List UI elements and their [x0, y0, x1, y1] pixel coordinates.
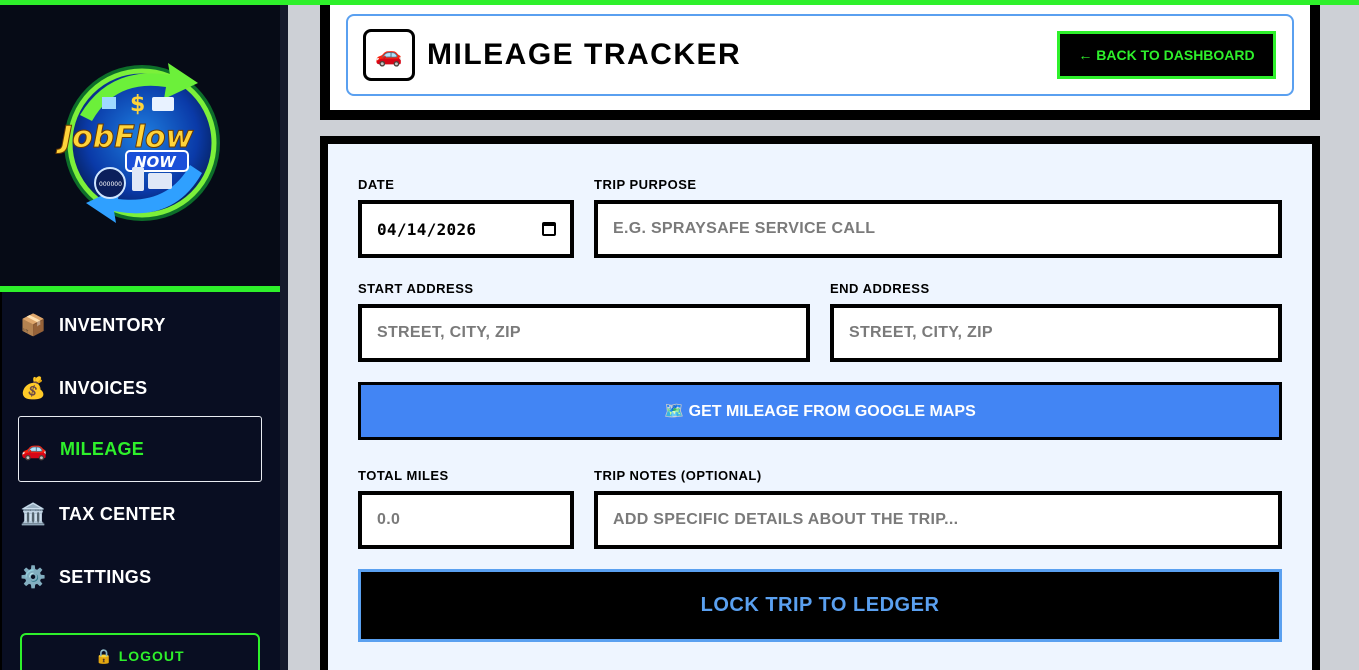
car-icon: 🚗 [21, 437, 48, 461]
start-address-input[interactable]: STREET, CITY, ZIP [358, 304, 810, 362]
sidebar-item-label: TAX CENTER [59, 503, 176, 524]
trip-purpose-placeholder: E.G. SPRAYSAFE SERVICE CALL [613, 220, 876, 237]
car-icon: 🚗 [363, 29, 415, 81]
sidebar-item-tax-center[interactable]: 🏛️ TAX CENTER [18, 481, 262, 547]
sidebar-item-settings[interactable]: ⚙️ SETTINGS [18, 544, 262, 610]
end-address-label: END ADDRESS [830, 281, 930, 296]
sidebar-item-inventory[interactable]: 📦 INVENTORY [18, 292, 262, 358]
date-label: DATE [358, 177, 395, 192]
sidebar-item-mileage[interactable]: 🚗 MILEAGE [18, 416, 262, 482]
total-miles-placeholder: 0.0 [377, 511, 401, 528]
lock-trip-label: LOCK TRIP TO LEDGER [700, 594, 940, 616]
top-accent-line [0, 0, 1359, 5]
calendar-icon[interactable] [542, 222, 556, 236]
sidebar-item-label: SETTINGS [59, 566, 152, 587]
package-icon: 📦 [20, 313, 47, 337]
end-address-placeholder: STREET, CITY, ZIP [849, 324, 993, 341]
trip-purpose-label: TRIP PURPOSE [594, 177, 697, 192]
logo-wordmark: JobFlow [56, 120, 194, 155]
date-value: 04/14/2026 [377, 219, 477, 239]
start-address-label: START ADDRESS [358, 281, 474, 296]
sidebar: $ JobFlow NOW 000000 📦 INVENTORY 💰 INVOI… [0, 0, 288, 670]
total-miles-input[interactable]: 0.0 [358, 491, 574, 549]
svg-text:$: $ [130, 92, 145, 117]
sidebar-item-invoices[interactable]: 💰 INVOICES [18, 355, 262, 421]
sidebar-item-label: MILEAGE [60, 438, 145, 459]
back-to-dashboard-button[interactable]: ← BACK TO DASHBOARD [1057, 31, 1276, 79]
total-miles-label: TOTAL MILES [358, 468, 449, 483]
gear-icon: ⚙️ [20, 565, 47, 589]
page-title: MILEAGE TRACKER [427, 38, 742, 71]
start-address-placeholder: STREET, CITY, ZIP [377, 324, 521, 341]
trip-notes-label: TRIP NOTES (OPTIONAL) [594, 468, 762, 483]
money-bag-icon: 💰 [20, 376, 47, 400]
sidebar-item-label: INVOICES [59, 377, 148, 398]
logo-area: $ JobFlow NOW 000000 [0, 5, 280, 287]
get-mileage-maps-button[interactable]: 🗺️ GET MILEAGE FROM GOOGLE MAPS [358, 382, 1282, 440]
logout-label: 🔒 LOGOUT [95, 648, 185, 664]
back-button-label: ← BACK TO DASHBOARD [1078, 47, 1255, 63]
date-field[interactable]: 04/14/2026 [358, 200, 574, 258]
lock-trip-button[interactable]: LOCK TRIP TO LEDGER [358, 569, 1282, 642]
end-address-input[interactable]: STREET, CITY, ZIP [830, 304, 1282, 362]
logo-odometer: 000000 [99, 181, 122, 188]
jobflow-now-logo: $ JobFlow NOW 000000 [56, 63, 220, 223]
bank-icon: 🏛️ [20, 502, 47, 526]
logout-button[interactable]: 🔒 LOGOUT [20, 633, 260, 670]
trip-purpose-input[interactable]: E.G. SPRAYSAFE SERVICE CALL [594, 200, 1282, 258]
trip-notes-placeholder: ADD SPECIFIC DETAILS ABOUT THE TRIP... [613, 511, 959, 528]
maps-button-label: 🗺️ GET MILEAGE FROM GOOGLE MAPS [664, 403, 976, 420]
sidebar-item-label: INVENTORY [59, 314, 166, 335]
trip-notes-input[interactable]: ADD SPECIFIC DETAILS ABOUT THE TRIP... [594, 491, 1282, 549]
